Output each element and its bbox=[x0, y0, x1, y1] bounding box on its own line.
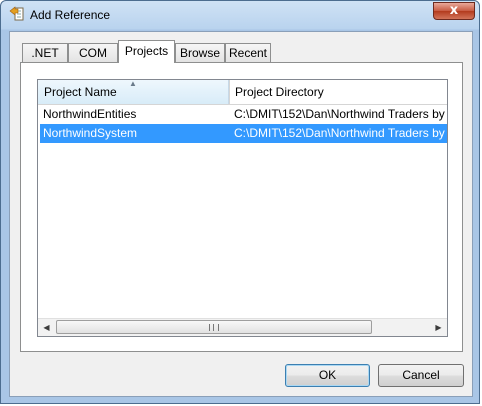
window-title: Add Reference bbox=[30, 8, 111, 22]
tab-label: COM bbox=[79, 46, 107, 60]
tab-com[interactable]: COM bbox=[68, 43, 118, 62]
tab-label: Browse bbox=[179, 46, 220, 60]
dialog-body: .NET COM Projects Browse Recent ▲ Projec… bbox=[9, 31, 473, 397]
column-label: Project Name bbox=[44, 85, 117, 99]
tab-label: .NET bbox=[31, 46, 59, 60]
cancel-button[interactable]: Cancel bbox=[378, 364, 464, 387]
project-directory-cell: C:\DMIT\152\Dan\Northwind Traders by bbox=[234, 107, 445, 121]
arrow-right-icon: ▶ bbox=[435, 323, 442, 332]
projects-tab-panel: ▲ Project Name Project Directory Northwi… bbox=[20, 62, 463, 352]
sort-ascending-icon: ▲ bbox=[129, 79, 137, 88]
ok-button[interactable]: OK bbox=[285, 364, 370, 387]
project-directory-cell: C:\DMIT\152\Dan\Northwind Traders by bbox=[234, 126, 445, 140]
add-reference-icon bbox=[9, 6, 24, 21]
tab-recent[interactable]: Recent bbox=[225, 43, 271, 62]
project-name-cell: NorthwindEntities bbox=[43, 107, 137, 121]
scroll-left-button[interactable]: ◀ bbox=[38, 319, 55, 336]
cancel-button-label: Cancel bbox=[402, 368, 440, 382]
list-header: ▲ Project Name Project Directory bbox=[38, 80, 447, 105]
column-label: Project Directory bbox=[235, 85, 324, 99]
tab-projects[interactable]: Projects bbox=[118, 40, 175, 63]
close-button[interactable]: x bbox=[433, 2, 475, 20]
arrow-left-icon: ◀ bbox=[43, 323, 50, 332]
dialog-window: Add Reference x .NET COM Projects Browse… bbox=[0, 0, 480, 404]
scroll-right-button[interactable]: ▶ bbox=[430, 319, 447, 336]
scroll-thumb[interactable] bbox=[56, 320, 372, 334]
list-item[interactable]: NorthwindEntities C:\DMIT\152\Dan\Northw… bbox=[40, 105, 447, 124]
title-bar[interactable]: Add Reference x bbox=[1, 1, 481, 29]
column-project-name[interactable]: ▲ Project Name bbox=[38, 80, 229, 104]
tab-browse[interactable]: Browse bbox=[175, 43, 225, 62]
tab-label: Recent bbox=[228, 46, 268, 60]
project-name-cell: NorthwindSystem bbox=[43, 126, 138, 140]
tab-dotnet[interactable]: .NET bbox=[22, 43, 68, 62]
grip-icon bbox=[209, 324, 219, 331]
ok-button-label: OK bbox=[318, 368, 337, 382]
close-icon: x bbox=[449, 3, 459, 18]
horizontal-scrollbar[interactable]: ◀ ▶ bbox=[38, 318, 447, 336]
column-project-directory[interactable]: Project Directory bbox=[229, 80, 447, 104]
list-item[interactable]: NorthwindSystem C:\DMIT\152\Dan\Northwin… bbox=[40, 124, 447, 143]
column-divider[interactable] bbox=[229, 80, 230, 104]
projects-list[interactable]: ▲ Project Name Project Directory Northwi… bbox=[37, 79, 448, 337]
tab-label: Projects bbox=[124, 44, 169, 58]
